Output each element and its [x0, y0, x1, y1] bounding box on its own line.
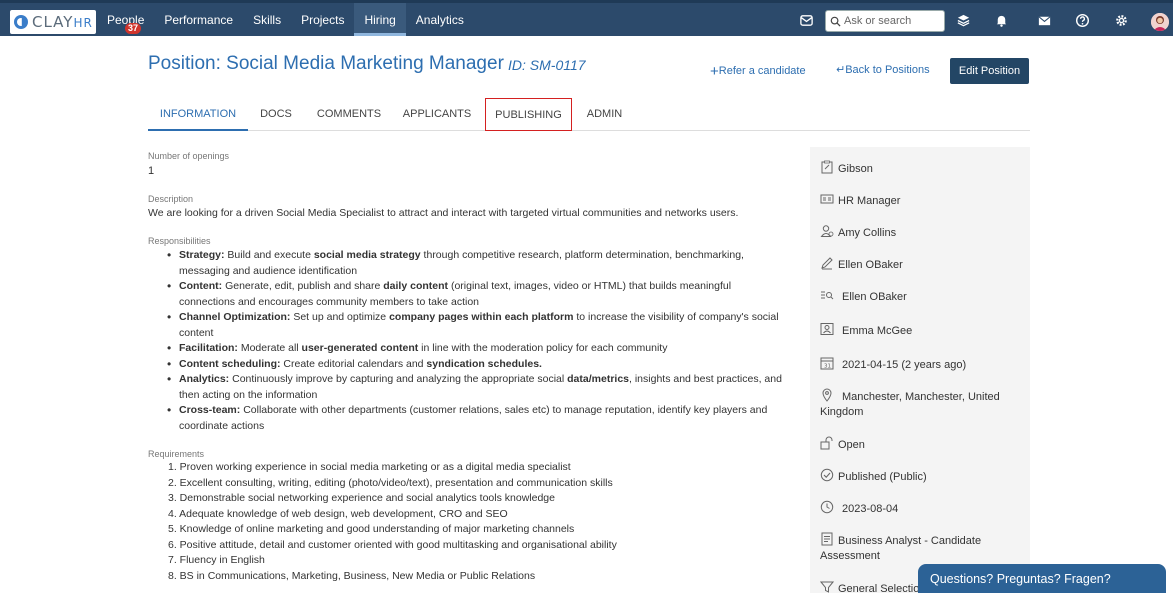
- calendar-icon: 31: [820, 356, 838, 370]
- main-nav: People 37 Performance Skills Projects Hir…: [97, 3, 474, 36]
- help-chat-widget[interactable]: Questions? Preguntas? Fragen?: [918, 564, 1166, 593]
- assessment-icon: [820, 532, 834, 546]
- nav-projects[interactable]: Projects: [291, 3, 354, 36]
- tab-applicants[interactable]: APPLICANTS: [402, 98, 472, 131]
- openings-label: Number of openings: [148, 151, 230, 161]
- list-item: Channel Optimization: Set up and optimiz…: [165, 310, 785, 341]
- side-row-created-date: 31 2021-04-15 (2 years ago): [820, 356, 1010, 373]
- back-to-positions-link[interactable]: ↵Back to Positions: [836, 63, 930, 76]
- position-id: ID: SM-0117: [508, 57, 586, 73]
- user-icon: [820, 224, 834, 238]
- side-row-editor: Ellen OBaker: [820, 256, 1010, 273]
- check-circle-icon: [820, 468, 834, 482]
- nav-skills[interactable]: Skills: [243, 3, 291, 36]
- layers-icon[interactable]: [955, 12, 971, 28]
- side-row-status: Open: [820, 436, 1010, 453]
- list-item: 6. Positive attitude, detail and custome…: [168, 538, 617, 551]
- nav-performance[interactable]: Performance: [154, 3, 243, 36]
- list-item: 3. Demonstrable social networking experi…: [168, 492, 555, 504]
- nav-analytics[interactable]: Analytics: [406, 3, 474, 36]
- description-value: We are looking for a driven Social Media…: [148, 207, 739, 219]
- side-row-location: Manchester, Manchester, United Kingdom: [820, 388, 1010, 420]
- notification-badge: 37: [125, 23, 142, 34]
- unlock-icon: [820, 436, 834, 450]
- tab-comments[interactable]: COMMENTS: [314, 98, 384, 131]
- user-avatar[interactable]: [1151, 13, 1169, 31]
- list-item: Cross-team: Collaborate with other depar…: [165, 403, 785, 434]
- list-item: Content scheduling: Create editorial cal…: [165, 357, 785, 373]
- return-arrow-icon: ↵: [836, 64, 846, 76]
- list-item: 5. Knowledge of online marketing and goo…: [168, 523, 575, 535]
- search-placeholder: Ask or search: [844, 15, 912, 27]
- list-item: Facilitation: Moderate all user-generate…: [165, 341, 785, 357]
- plus-icon: +: [710, 63, 719, 80]
- nav-people[interactable]: People 37: [97, 3, 154, 36]
- edit-position-button[interactable]: Edit Position: [950, 58, 1029, 84]
- requirements-label: Requirements: [148, 449, 205, 459]
- responsibilities-label: Responsibilities: [148, 236, 211, 246]
- list-item: 1. Proven working experience in social m…: [168, 461, 571, 473]
- list-item: Content: Generate, edit, publish and sha…: [165, 279, 785, 310]
- page-title: Position: Social Media Marketing Manager: [148, 53, 504, 74]
- side-row-contact: Amy Collins: [820, 224, 1010, 241]
- tab-bar: INFORMATION DOCS COMMENTS APPLICANTS PUB…: [148, 98, 1030, 131]
- clayhr-logo[interactable]: CLAYHR: [10, 10, 96, 34]
- help-icon[interactable]: [1074, 12, 1090, 28]
- side-row-recruiter: Emma McGee: [820, 322, 1010, 339]
- tab-publishing[interactable]: PUBLISHING: [485, 98, 572, 131]
- nav-hiring[interactable]: Hiring: [354, 3, 406, 36]
- description-label: Description: [148, 194, 194, 204]
- logo-mark-icon: [14, 15, 28, 29]
- side-row-reviewer: Ellen OBaker: [820, 288, 1010, 305]
- logo-text: CLAYHR: [32, 13, 93, 31]
- top-navbar: CLAYHR People 37 Performance Skills Proje…: [0, 0, 1173, 36]
- location-pin-icon: [820, 388, 838, 402]
- clock-icon: [820, 500, 838, 514]
- responsibilities-list: Strategy: Build and execute social media…: [165, 248, 785, 434]
- list-item: 8. BS in Communications, Marketing, Busi…: [168, 569, 536, 582]
- pencil-icon: [820, 256, 834, 270]
- list-item: Analytics: Continuously improve by captu…: [165, 372, 785, 403]
- search-icon: [830, 16, 841, 27]
- gear-icon[interactable]: [1113, 12, 1129, 28]
- refer-candidate-link[interactable]: +Refer a candidate: [710, 63, 806, 80]
- bell-icon[interactable]: [993, 12, 1009, 28]
- inbox-icon[interactable]: [798, 12, 814, 28]
- tab-admin[interactable]: ADMIN: [582, 98, 627, 131]
- svg-text:31: 31: [824, 364, 831, 370]
- side-row-deadline: 2023-08-04: [820, 500, 1010, 517]
- mail-icon[interactable]: [1036, 12, 1052, 28]
- list-item: 2. Excellent consulting, writing, editin…: [168, 476, 613, 489]
- requirements-list: 1. Proven working experience in social m…: [168, 460, 788, 584]
- side-row-assessment: Business Analyst - Candidate Assessment: [820, 532, 1010, 564]
- id-card-icon: [820, 192, 834, 206]
- clipboard-icon: [820, 160, 834, 174]
- badge-icon: [820, 322, 838, 336]
- openings-value: 1: [148, 165, 155, 177]
- side-row-title: HR Manager: [820, 192, 1010, 209]
- tab-docs[interactable]: DOCS: [254, 98, 298, 131]
- list-item: Strategy: Build and execute social media…: [165, 248, 785, 279]
- search-input[interactable]: Ask or search: [825, 10, 945, 32]
- list-item: 4. Adequate knowledge of web design, web…: [168, 507, 508, 520]
- list-search-icon: [820, 288, 838, 302]
- tab-information[interactable]: INFORMATION: [148, 98, 248, 131]
- side-row-published: Published (Public): [820, 468, 1010, 485]
- list-item: 7. Fluency in English: [168, 554, 265, 566]
- side-row-company: Gibson: [820, 160, 1010, 177]
- filter-icon: [819, 580, 835, 593]
